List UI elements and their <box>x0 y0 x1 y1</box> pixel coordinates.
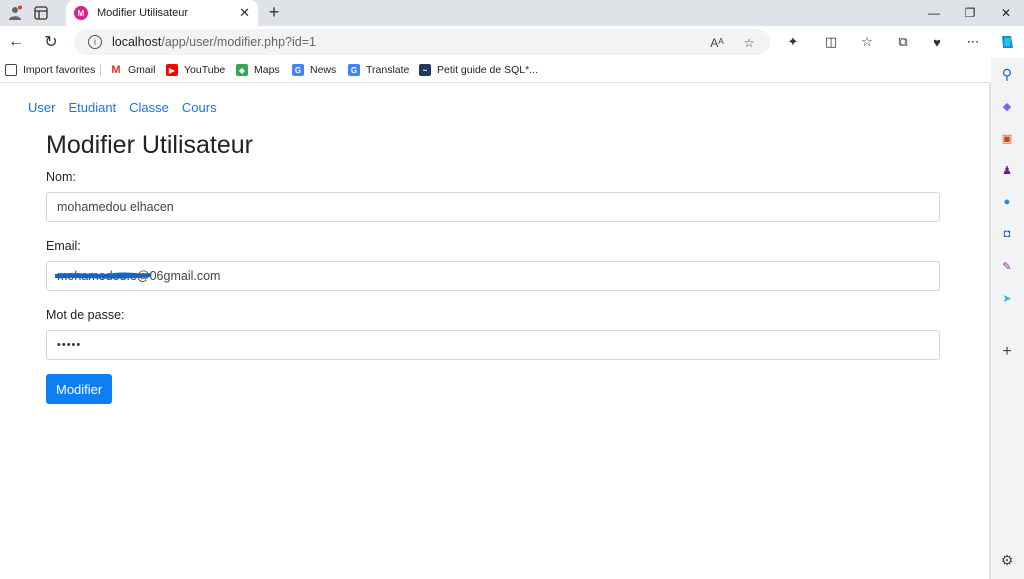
redaction-scribble <box>55 272 151 279</box>
nav-link-etudiant[interactable]: Etudiant <box>68 100 116 115</box>
new-tab-icon[interactable]: + <box>264 3 284 23</box>
address-bar[interactable]: i localhost/app/user/modifier.php?id=1 A… <box>74 29 770 55</box>
bookmark-import-favorites[interactable]: Import favorites <box>5 62 95 78</box>
nav-link-cours[interactable]: Cours <box>182 100 217 115</box>
extensions-icon[interactable]: ✦ <box>782 31 804 53</box>
tab-title: Modifier Utilisateur <box>97 7 189 19</box>
folder-icon <box>5 64 17 76</box>
page-viewport: User Etudiant Classe Cours Modifier Util… <box>0 83 990 579</box>
outlook-icon[interactable]: ◘ <box>999 226 1015 242</box>
navigation-bar: ← ↻ i localhost/app/user/modifier.php?id… <box>0 26 1024 58</box>
bookmark-youtube[interactable]: ▶ YouTube <box>166 62 225 78</box>
send-icon[interactable]: ➤ <box>999 290 1015 306</box>
tools-icon[interactable]: ▣ <box>999 130 1015 146</box>
sidebar-settings-icon[interactable]: ⚙ <box>999 552 1015 568</box>
nav-link-user[interactable]: User <box>28 100 55 115</box>
name-field-value: mohamedou elhacen <box>57 200 174 214</box>
profile-icon[interactable] <box>4 3 26 23</box>
name-field[interactable]: mohamedou elhacen <box>46 192 940 222</box>
name-label: Nom: <box>46 170 76 184</box>
sql-guide-icon: ~ <box>419 64 431 76</box>
nav-link-classe[interactable]: Classe <box>129 100 169 115</box>
collections-icon[interactable]: ⧉ <box>892 31 914 53</box>
site-nav: User Etudiant Classe Cours <box>28 100 217 115</box>
tab-modifier-utilisateur[interactable]: M Modifier Utilisateur ✕ <box>66 0 258 26</box>
tab-strip: M Modifier Utilisateur ✕ + — ❐ ✕ <box>0 0 1024 26</box>
edge-sidebar: ⚲ ◆ ▣ ♟ ● ◘ ✎ ➤ + ⚙ <box>991 58 1024 579</box>
news-icon: G <box>292 64 304 76</box>
shopping-tag-icon[interactable]: ◆ <box>999 98 1015 114</box>
bookmarks-bar: Import favorites M Gmail ▶ YouTube ◆ Maps G… <box>0 58 1024 82</box>
bookmark-gmail[interactable]: M Gmail <box>110 62 155 78</box>
bookmark-translate[interactable]: G Translate <box>348 62 409 78</box>
browser-essentials-icon[interactable]: ♥ <box>926 31 948 53</box>
microsoft-365-icon[interactable]: ● <box>999 194 1015 210</box>
gmail-icon: M <box>111 64 121 76</box>
password-label: Mot de passe: <box>46 308 125 322</box>
designer-icon[interactable]: ✎ <box>999 258 1015 274</box>
bookmark-maps[interactable]: ◆ Maps <box>236 62 280 78</box>
read-aloud-icon[interactable]: Aᴬ <box>708 34 726 52</box>
search-icon[interactable]: ⚲ <box>999 66 1015 82</box>
bookmark-separator <box>100 64 101 76</box>
email-field[interactable]: mohamedou.e@06gmail.com <box>46 261 940 291</box>
back-icon[interactable]: ← <box>5 31 27 53</box>
add-sidebar-app-icon[interactable]: + <box>999 343 1015 360</box>
password-field[interactable]: ••••• <box>46 330 940 360</box>
email-label: Email: <box>46 239 81 253</box>
favorites-icon[interactable]: ☆ <box>856 31 878 53</box>
maps-icon: ◆ <box>236 64 248 76</box>
settings-more-icon[interactable]: ⋯ <box>962 31 984 53</box>
split-screen-icon[interactable]: ◫ <box>820 31 842 53</box>
games-icon[interactable]: ♟ <box>999 162 1015 178</box>
favorite-star-icon[interactable]: ☆ <box>740 34 758 52</box>
bookmark-petit-guide-sql[interactable]: ~ Petit guide de SQL*... <box>419 62 538 78</box>
minimize-icon[interactable]: — <box>916 0 952 26</box>
password-field-value: ••••• <box>57 339 82 351</box>
close-window-icon[interactable]: ✕ <box>988 0 1024 26</box>
site-info-icon[interactable]: i <box>88 35 102 49</box>
copilot-icon[interactable] <box>996 31 1018 53</box>
restore-icon[interactable]: ❐ <box>952 0 988 26</box>
url-path: /app/user/modifier.php?id=1 <box>161 35 316 49</box>
close-tab-icon[interactable]: ✕ <box>239 5 250 21</box>
tab-actions-icon[interactable] <box>30 3 52 23</box>
youtube-icon: ▶ <box>166 64 178 76</box>
bookmark-news[interactable]: G News <box>292 62 336 78</box>
url-host: localhost <box>112 35 162 49</box>
page-title: Modifier Utilisateur <box>46 131 254 159</box>
refresh-icon[interactable]: ↻ <box>40 31 62 53</box>
translate-icon: G <box>348 64 360 76</box>
modifier-button[interactable]: Modifier <box>46 374 113 404</box>
tab-favicon: M <box>74 6 88 20</box>
